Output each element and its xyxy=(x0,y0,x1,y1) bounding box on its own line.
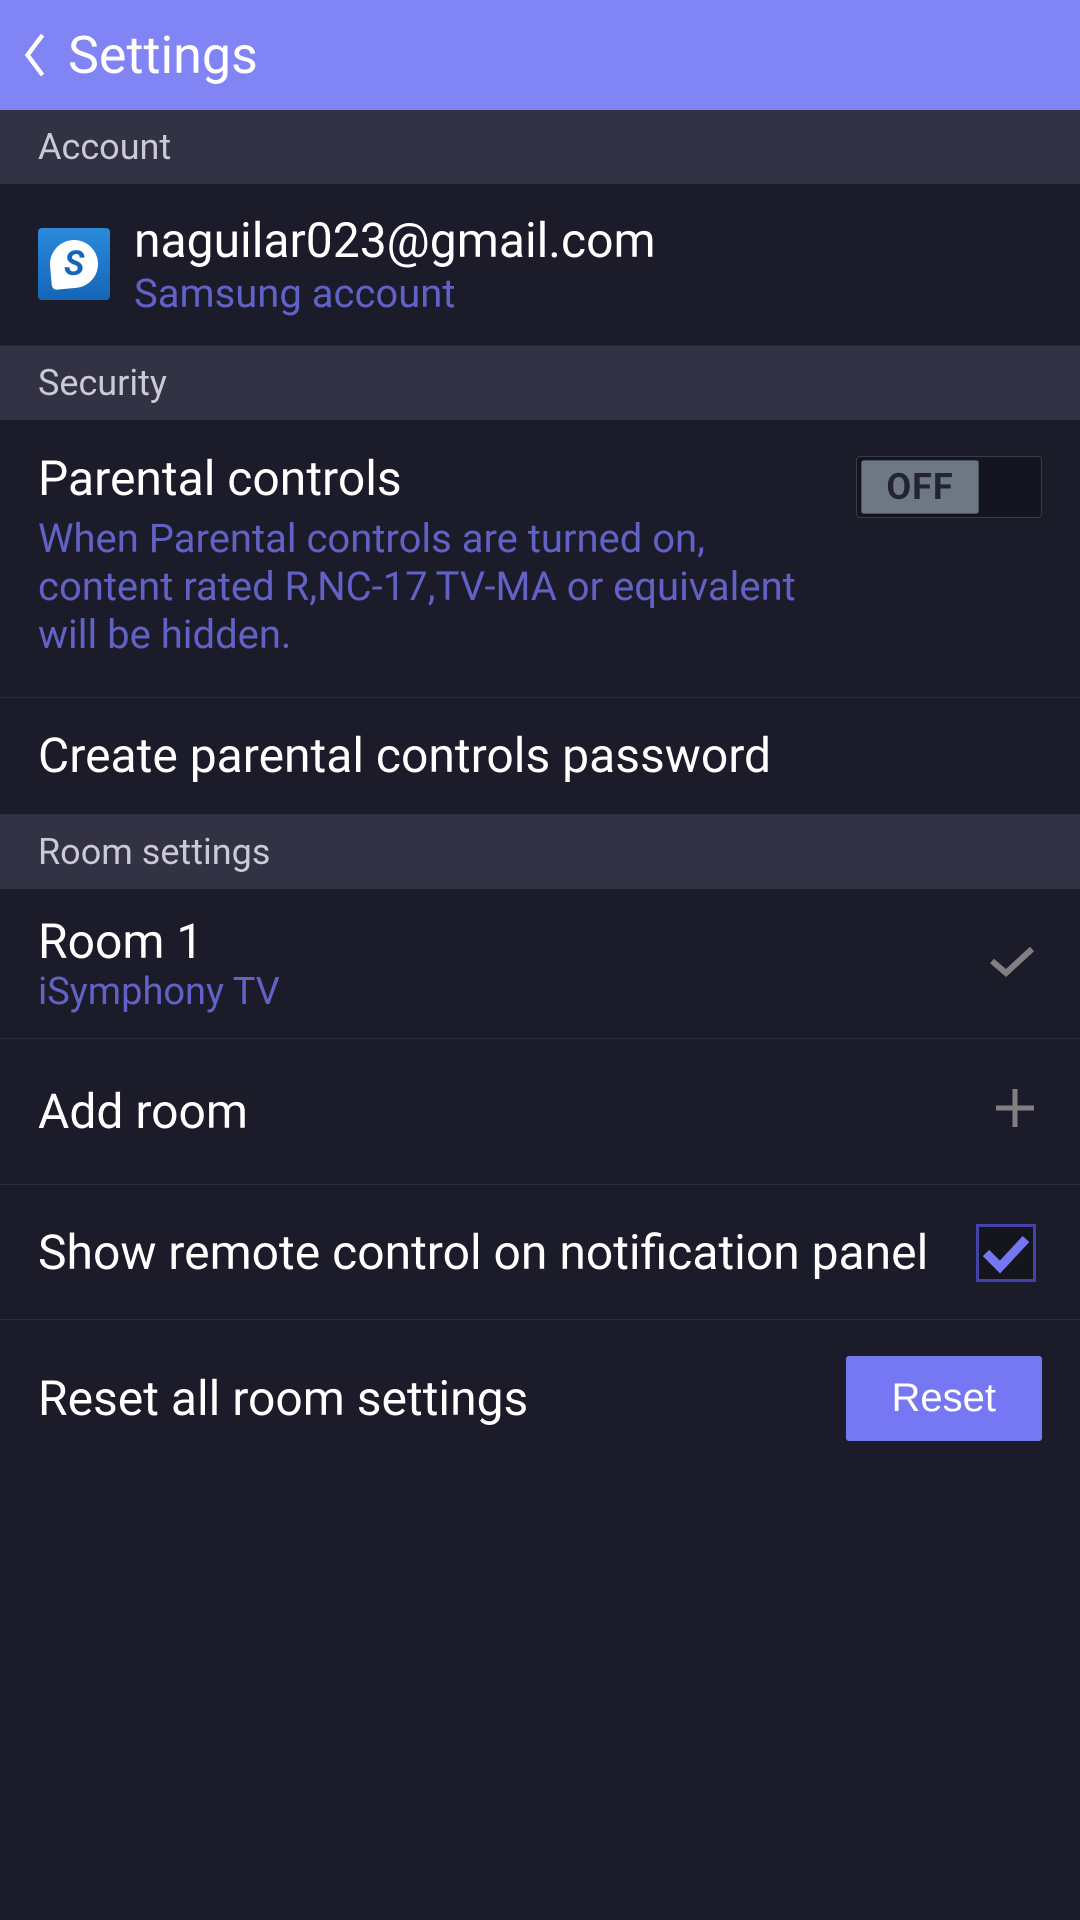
section-header-account: Account xyxy=(0,110,1080,184)
reset-rooms-title: Reset all room settings xyxy=(38,1370,846,1427)
room-1-title: Room 1 xyxy=(38,913,988,970)
add-room-title: Add room xyxy=(38,1083,994,1140)
parental-description: When Parental controls are turned on, co… xyxy=(38,515,846,659)
samsung-icon: S xyxy=(38,228,110,300)
plus-icon xyxy=(994,1081,1036,1142)
back-icon[interactable] xyxy=(20,30,50,80)
create-password-item[interactable]: Create parental controls password xyxy=(0,698,1080,815)
parental-title: Parental controls xyxy=(38,450,846,507)
show-remote-checkbox[interactable] xyxy=(976,1224,1036,1282)
add-room-item[interactable]: Add room xyxy=(0,1039,1080,1185)
check-icon xyxy=(988,941,1036,985)
page-title: Settings xyxy=(68,25,258,86)
account-item[interactable]: S naguilar023@gmail.com Samsung account xyxy=(0,184,1080,346)
header-bar: Settings xyxy=(0,0,1080,110)
show-remote-item[interactable]: Show remote control on notification pane… xyxy=(0,1187,1080,1320)
parental-toggle[interactable]: OFF xyxy=(856,456,1042,518)
account-email: naguilar023@gmail.com xyxy=(134,212,1042,270)
reset-rooms-item: Reset all room settings Reset xyxy=(0,1320,1080,1477)
room-1-subtitle: iSymphony TV xyxy=(38,970,988,1014)
section-header-rooms: Room settings xyxy=(0,815,1080,889)
reset-button[interactable]: Reset xyxy=(846,1356,1043,1441)
show-remote-title: Show remote control on notification pane… xyxy=(38,1223,948,1283)
section-header-security: Security xyxy=(0,346,1080,420)
toggle-state-label: OFF xyxy=(886,466,953,508)
create-password-title: Create parental controls password xyxy=(38,726,1042,786)
account-subtitle: Samsung account xyxy=(134,270,1042,317)
room-1-item[interactable]: Room 1 iSymphony TV xyxy=(0,889,1080,1039)
parental-controls-item[interactable]: Parental controls When Parental controls… xyxy=(0,420,1080,698)
